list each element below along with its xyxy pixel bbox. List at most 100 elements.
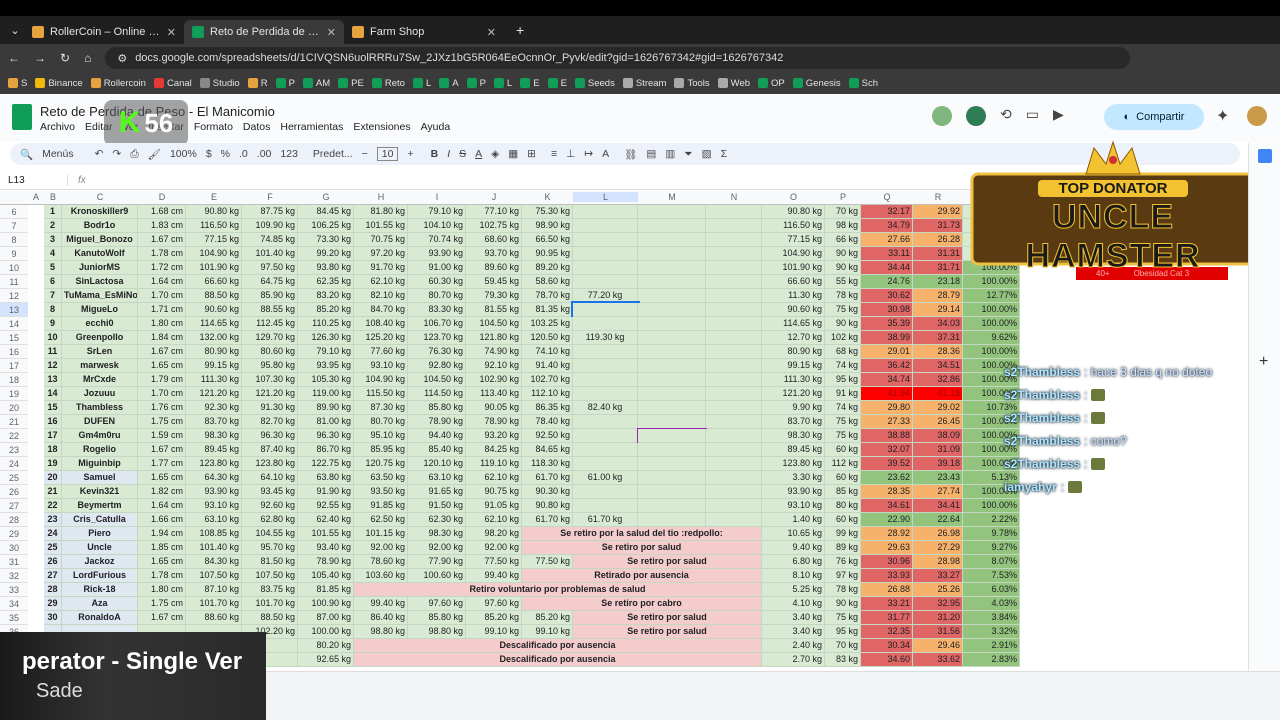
cell-k[interactable]: 77.50 kg <box>522 555 573 569</box>
column-header-j[interactable]: J <box>466 192 522 202</box>
bookmark-item[interactable]: L <box>493 78 512 89</box>
empty-cell[interactable] <box>706 233 762 247</box>
cell-q[interactable]: 30.98 <box>861 303 913 317</box>
cell-i[interactable]: 98.30 kg <box>408 527 466 541</box>
bold-button[interactable]: B <box>431 148 439 160</box>
cell-b[interactable]: 21 <box>44 485 62 499</box>
cell-k[interactable]: 118.30 kg <box>522 457 573 471</box>
cell-p[interactable]: 85 kg <box>825 485 861 499</box>
cell-p[interactable]: 95 kg <box>825 373 861 387</box>
cell-s[interactable]: 9.27% <box>963 541 1020 555</box>
cell-b[interactable]: 28 <box>44 583 62 597</box>
cell-c[interactable]: KanutoWolf <box>62 247 138 261</box>
cell-i[interactable]: 80.70 kg <box>408 289 466 303</box>
zoom-select[interactable]: 100% <box>170 148 197 160</box>
cell-q[interactable]: 27.33 <box>861 415 913 429</box>
cell-s[interactable]: 9.78% <box>963 527 1020 541</box>
cell-b[interactable]: 16 <box>44 415 62 429</box>
cell-k[interactable]: 86.35 kg <box>522 401 573 415</box>
cell-l[interactable] <box>573 219 638 233</box>
rotate-icon[interactable]: A <box>602 148 609 160</box>
cell-o[interactable]: 111.30 kg <box>762 373 825 387</box>
empty-cell[interactable] <box>706 373 762 387</box>
decrease-decimal-button[interactable]: .0 <box>239 148 248 160</box>
cell-f[interactable]: 107.30 kg <box>242 373 298 387</box>
comment-icon[interactable]: ▤ <box>646 148 656 160</box>
cell-q[interactable]: 34.79 <box>861 219 913 233</box>
cell-h[interactable]: 99.40 kg <box>354 597 408 611</box>
empty-cell[interactable] <box>638 457 706 471</box>
cell-k[interactable]: 75.30 kg <box>522 205 573 219</box>
cell-j[interactable]: 102.75 kg <box>466 219 522 233</box>
cell-d[interactable]: 1.84 cm <box>138 331 186 345</box>
cell-e[interactable]: 93.90 kg <box>186 485 242 499</box>
cell-d[interactable]: 1.70 cm <box>138 387 186 401</box>
cell-k[interactable]: 112.10 kg <box>522 387 573 401</box>
cell-b[interactable]: 1 <box>44 205 62 219</box>
cell-b[interactable]: 10 <box>44 331 62 345</box>
percent-button[interactable]: % <box>221 148 230 160</box>
cell-h[interactable]: 85.95 kg <box>354 443 408 457</box>
cell-o[interactable]: 10.65 kg <box>762 527 825 541</box>
cell-q[interactable]: 32.35 <box>861 625 913 639</box>
cell-c[interactable]: Rick-18 <box>62 583 138 597</box>
cell-j[interactable]: 62.10 kg <box>466 471 522 485</box>
borders-icon[interactable]: ▦ <box>508 148 518 160</box>
browser-tab-farmshop[interactable]: Farm Shop ✕ <box>344 20 504 44</box>
cell-k[interactable]: 99.10 kg <box>522 625 573 639</box>
bookmark-item[interactable]: Stream <box>622 78 666 89</box>
cell-f[interactable]: 80.60 kg <box>242 345 298 359</box>
cell-c[interactable]: Thambless <box>62 401 138 415</box>
row-number[interactable]: 31 <box>0 555 28 569</box>
cell-o[interactable]: 2.70 kg <box>762 653 825 667</box>
cell-r[interactable]: 33.62 <box>913 653 963 667</box>
meet-icon[interactable]: ▶ <box>1053 106 1064 126</box>
increase-decimal-button[interactable]: .00 <box>257 148 272 160</box>
cell-b[interactable]: 11 <box>44 345 62 359</box>
cell-p[interactable]: 90 kg <box>825 317 861 331</box>
cell-k[interactable]: 78.40 kg <box>522 415 573 429</box>
cell-g[interactable]: 83.20 kg <box>298 289 354 303</box>
forward-arrow-icon[interactable]: → <box>34 51 46 65</box>
cell-e[interactable]: 101.70 kg <box>186 597 242 611</box>
row-number[interactable]: 34 <box>0 597 28 611</box>
cell-r[interactable]: 29.92 <box>913 205 963 219</box>
cell-c[interactable]: Greenpollo <box>62 331 138 345</box>
empty-cell[interactable] <box>706 415 762 429</box>
cell-g[interactable]: 79.10 kg <box>298 345 354 359</box>
cell-g[interactable]: 87.00 kg <box>298 611 354 625</box>
cell-d[interactable]: 1.79 cm <box>138 373 186 387</box>
cell-f[interactable]: 101.70 kg <box>242 597 298 611</box>
cell-q[interactable]: 31.77 <box>861 611 913 625</box>
row-number[interactable]: 13 <box>0 303 28 317</box>
cell-b[interactable]: 25 <box>44 541 62 555</box>
cell-s[interactable]: 2.22% <box>963 513 1020 527</box>
cell-q[interactable]: 29.80 <box>861 401 913 415</box>
cell-d[interactable]: 1.67 cm <box>138 443 186 457</box>
bookmark-item[interactable]: Web <box>717 78 750 89</box>
cell-f[interactable]: 85.90 kg <box>242 289 298 303</box>
empty-cell[interactable] <box>638 485 706 499</box>
cell-r[interactable]: 31.71 <box>913 261 963 275</box>
empty-cell[interactable] <box>706 499 762 513</box>
font-size-plus[interactable]: + <box>407 148 413 160</box>
cell-h[interactable]: 78.60 kg <box>354 555 408 569</box>
cell-i[interactable]: 100.60 kg <box>408 569 466 583</box>
row-number[interactable]: 17 <box>0 359 28 373</box>
cell-h[interactable]: 62.10 kg <box>354 275 408 289</box>
cell-q[interactable]: 35.39 <box>861 317 913 331</box>
cell-f[interactable]: 129.70 kg <box>242 331 298 345</box>
close-tab-icon[interactable]: ✕ <box>487 26 496 39</box>
cell-o[interactable]: 90.80 kg <box>762 205 825 219</box>
cell-c[interactable]: Uncle <box>62 541 138 555</box>
cell-p[interactable]: 112 kg <box>825 457 861 471</box>
cell-i[interactable]: 63.10 kg <box>408 471 466 485</box>
cell-i[interactable]: 93.90 kg <box>408 247 466 261</box>
cell-g[interactable]: 101.55 kg <box>298 527 354 541</box>
column-header-a[interactable]: A <box>28 192 44 202</box>
cell-q[interactable]: 24.76 <box>861 275 913 289</box>
cell-j[interactable]: 59.45 kg <box>466 275 522 289</box>
cell-k[interactable]: 91.40 kg <box>522 359 573 373</box>
row-number[interactable]: 10 <box>0 261 28 275</box>
column-header-c[interactable]: C <box>62 192 138 202</box>
